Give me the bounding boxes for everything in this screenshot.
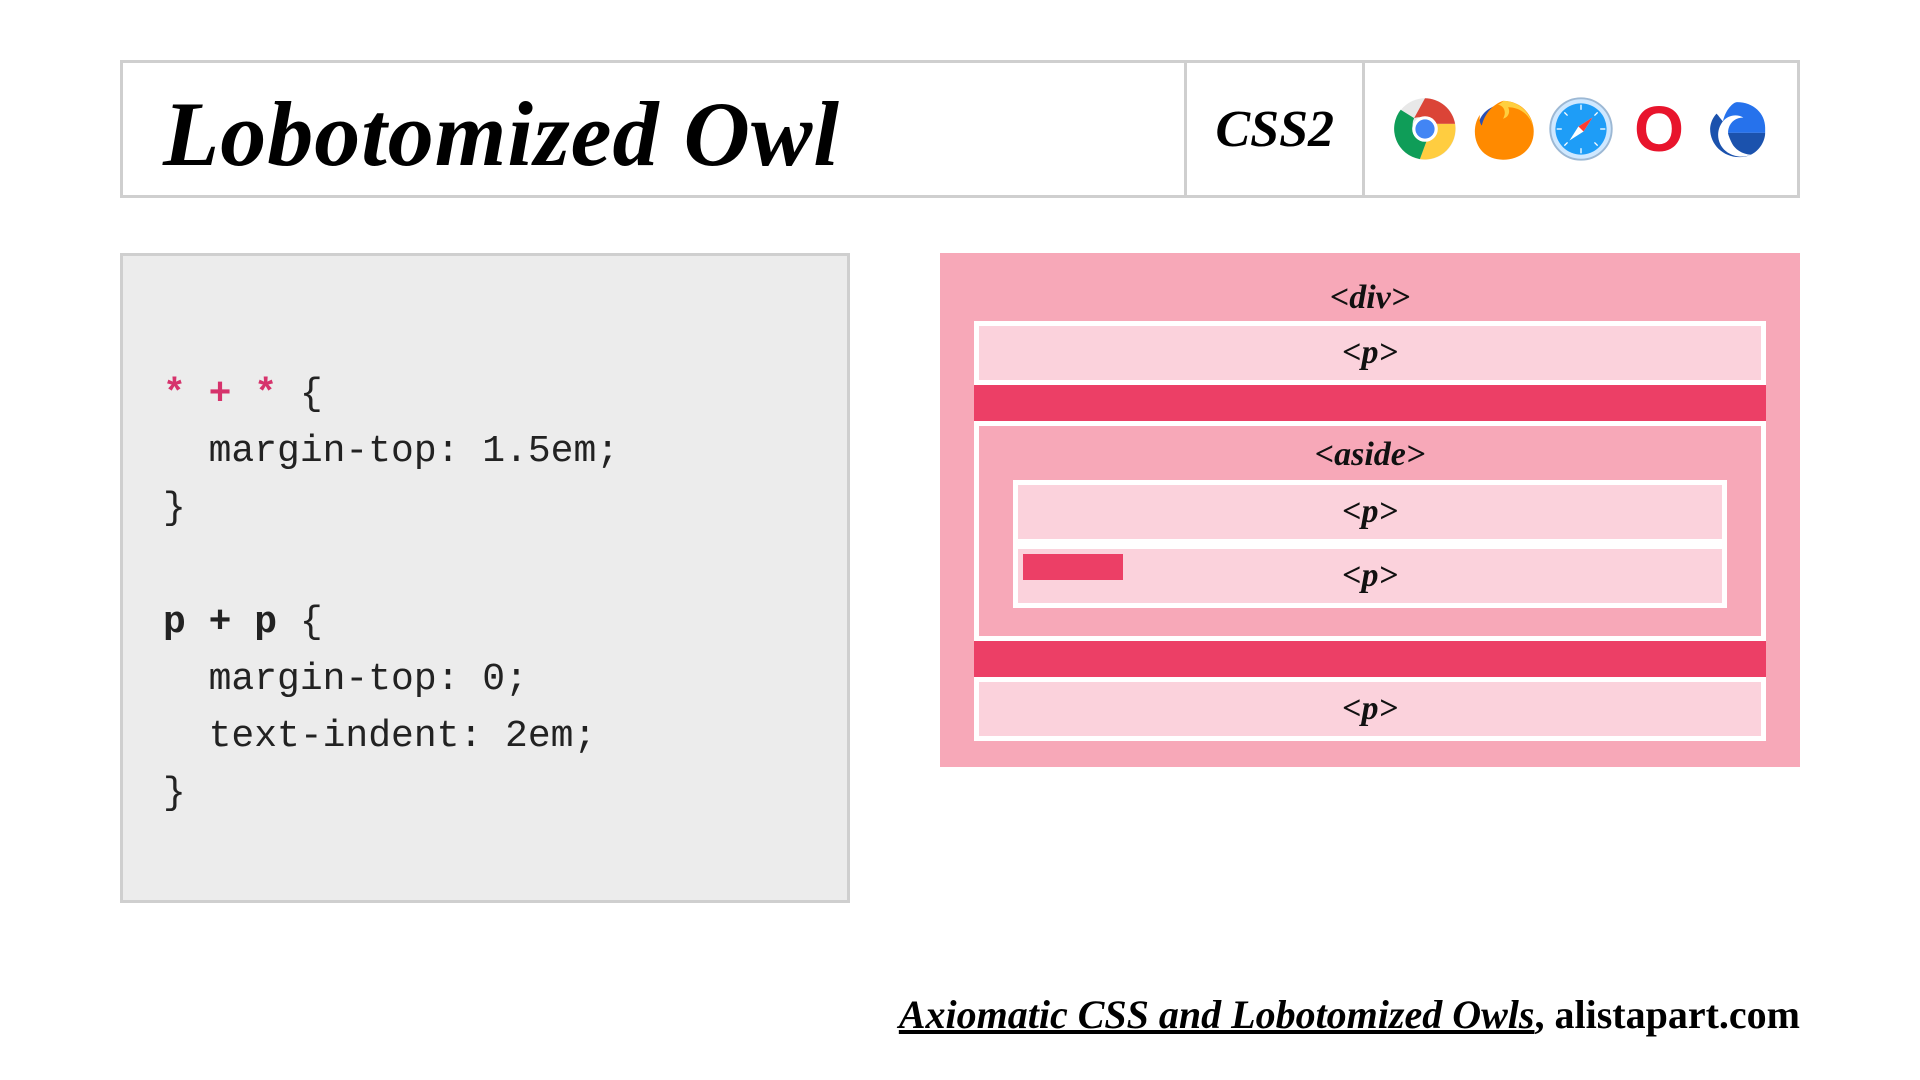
owl-selector: * + * [163,373,277,416]
code-rule-1: * + * { margin-top: 1.5em; } [163,366,807,537]
header: Lobotomized Owl CSS2 [120,60,1800,198]
margin-gap-1 [974,385,1766,421]
code-panel: * + * { margin-top: 1.5em; } p + p { mar… [120,253,850,903]
p-label: <p> [1342,493,1398,530]
rule2-declaration-1: margin-top: 0; [209,658,528,701]
footer-citation: Axiomatic CSS and Lobotomized Owls, alis… [899,991,1800,1038]
css-version-badge: CSS2 [1184,63,1362,195]
brace-open: { [300,601,323,644]
p-plus-p-selector: p + p [163,601,277,644]
brace-close: } [163,772,186,815]
firefox-icon [1471,97,1535,161]
safari-icon [1549,97,1613,161]
edge-icon [1705,97,1769,161]
slide-title: Lobotomized Owl [163,81,1144,187]
diagram-aside-p-2: <p> [1013,544,1727,608]
article-link[interactable]: Axiomatic CSS and Lobotomized Owls [899,992,1535,1037]
aside-label: <aside> [1013,436,1727,474]
chrome-icon [1393,97,1457,161]
p-label: <p> [1342,690,1398,727]
code-rule-2: p + p { margin-top: 0; text-indent: 2em;… [163,594,807,822]
brace-close: } [163,487,186,530]
div-label: <div> [974,279,1766,317]
diagram-p-2: <p> [974,677,1766,741]
rule1-declaration: margin-top: 1.5em; [209,430,619,473]
text-indent-marker [1023,554,1123,580]
site-name: alistapart.com [1554,992,1800,1037]
diagram: <div> <p> <aside> <p> <p> [940,253,1800,903]
p-label: <p> [1342,334,1398,371]
body: * + * { margin-top: 1.5em; } p + p { mar… [120,253,1800,903]
brace-open: { [300,373,323,416]
diagram-div: <div> <p> <aside> <p> <p> [940,253,1800,767]
title-cell: Lobotomized Owl [123,63,1184,195]
p-label: <p> [1342,557,1398,594]
slide: Lobotomized Owl CSS2 [0,0,1920,1080]
diagram-p-1: <p> [974,321,1766,385]
css-version-label: CSS2 [1215,100,1334,159]
separator: , [1534,992,1554,1037]
browser-support: O [1362,63,1797,195]
rule2-declaration-2: text-indent: 2em; [209,715,597,758]
margin-gap-2 [974,641,1766,677]
diagram-aside-p-1: <p> [1013,480,1727,544]
diagram-aside: <aside> <p> <p> [974,421,1766,641]
opera-icon: O [1627,97,1691,161]
